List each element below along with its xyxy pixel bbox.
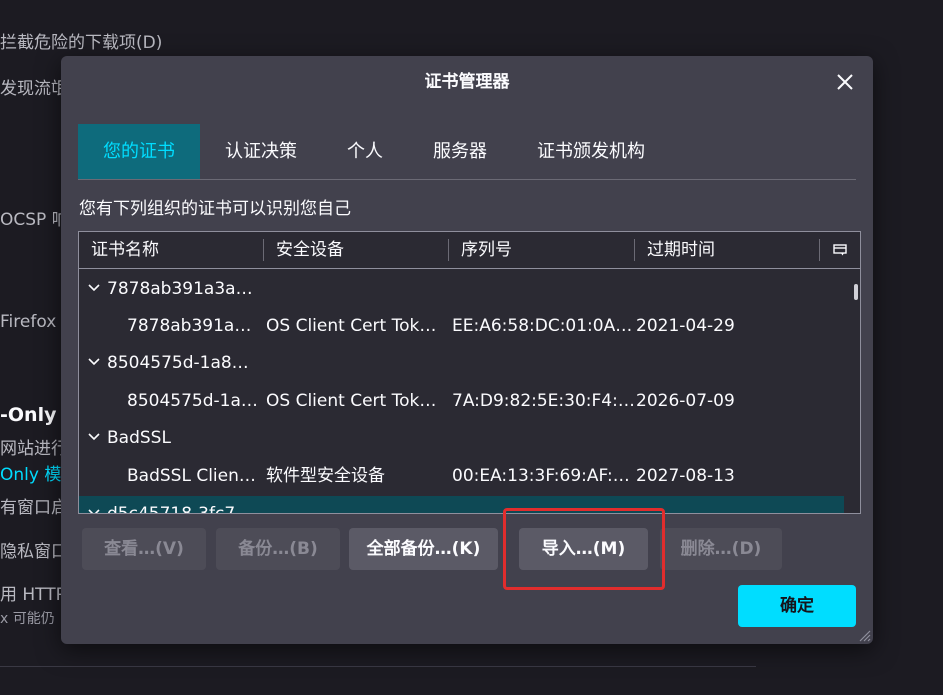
table-row[interactable]: BadSSL Clien… 软件型安全设备 00:EA:13:3F:69:AF:…	[79, 458, 844, 495]
table-row[interactable]: 7878ab391a… OS Client Cert Tok… EE:A6:58…	[79, 308, 844, 345]
cert-serial: 7A:D9:82:5E:30:F4:…	[452, 391, 634, 411]
cert-device: OS Client Cert Tok…	[266, 391, 437, 411]
column-header-expires[interactable]: 过期时间	[635, 232, 819, 268]
column-picker-icon	[833, 244, 847, 256]
cert-group-name: d5c45718-3fc7…	[79, 496, 252, 513]
tab-bar: 您的证书 认证决策 个人 服务器 证书颁发机构	[78, 124, 856, 180]
table-row-group[interactable]: 8504575d-1a8…	[79, 345, 844, 382]
tab-servers[interactable]: 服务器	[408, 124, 512, 179]
bg-divider	[0, 666, 756, 667]
bg-text-line: 有窗口启	[0, 498, 68, 518]
backup-button[interactable]: 备份…(B)	[216, 528, 340, 570]
bg-text-line: 拦截危险的下载项(D)	[0, 33, 163, 53]
import-highlight-box	[503, 508, 665, 590]
bg-text-line: Firefox	[0, 312, 57, 332]
tab-authorities[interactable]: 证书颁发机构	[512, 124, 670, 179]
cert-name: BadSSL Clien…	[127, 466, 256, 486]
table-body: 7878ab391a3a… 7878ab391a… OS Client Cert…	[79, 269, 844, 513]
ok-button[interactable]: 确定	[738, 585, 856, 627]
intro-text: 您有下列组织的证书可以识别您自己	[79, 199, 351, 219]
view-button[interactable]: 查看…(V)	[82, 528, 206, 570]
cert-group-name: 8504575d-1a8…	[107, 353, 249, 373]
delete-button[interactable]: 删除…(D)	[660, 528, 782, 570]
certificate-table: 证书名称 安全设备 序列号 过期时间 7878ab391a3a… 7878ab3…	[78, 231, 861, 514]
table-scrollbar[interactable]	[854, 284, 858, 300]
bg-text-line: 隐私窗口	[0, 542, 68, 562]
cert-expires: 2027-08-13	[636, 466, 735, 486]
bg-text-line: OCSP 响	[0, 210, 69, 230]
cert-name: 7878ab391a…	[127, 316, 252, 336]
bg-text-line: 发现流氓	[0, 79, 68, 99]
bg-text-line: 网站进行	[0, 439, 68, 459]
table-row-group[interactable]: BadSSL	[79, 420, 844, 457]
close-icon	[837, 74, 853, 90]
column-header-name[interactable]: 证书名称	[79, 232, 263, 268]
tab-your-certificates[interactable]: 您的证书	[78, 124, 200, 179]
cert-device: 软件型安全设备	[266, 466, 385, 486]
cert-group-name: 7878ab391a3a…	[107, 279, 253, 299]
table-header: 证书名称 安全设备 序列号 过期时间	[79, 232, 860, 269]
column-header-serial[interactable]: 序列号	[449, 232, 634, 268]
column-picker-button[interactable]	[820, 232, 860, 268]
cert-expires: 2021-04-29	[636, 316, 735, 336]
table-row-group[interactable]: 7878ab391a3a…	[79, 271, 844, 308]
bg-text-line: 用 HTTP	[0, 585, 66, 605]
dialog-title: 证书管理器	[424, 72, 510, 92]
cert-name: 8504575d-1a…	[127, 391, 258, 411]
table-row-group-selected[interactable]: d5c45718-3fc7…	[79, 496, 844, 513]
cert-group-name: BadSSL	[107, 428, 171, 448]
close-button[interactable]	[831, 68, 859, 96]
backup-all-button[interactable]: 全部备份…(K)	[349, 528, 498, 570]
cert-serial: 00:EA:13:3F:69:AF:…	[452, 466, 630, 486]
tab-authentication-decisions[interactable]: 认证决策	[200, 124, 322, 179]
table-row[interactable]: 8504575d-1a… OS Client Cert Tok… 7A:D9:8…	[79, 383, 844, 420]
cert-serial: EE:A6:58:DC:01:0A…	[452, 316, 633, 336]
resize-grip-icon[interactable]	[857, 628, 871, 642]
column-header-device[interactable]: 安全设备	[264, 232, 448, 268]
certificate-manager-dialog: 证书管理器 您的证书 认证决策 个人 服务器 证书颁发机构 您有下列组织的证书可…	[61, 56, 873, 644]
cert-expires: 2026-07-09	[636, 391, 735, 411]
bg-text-line: x 可能仍	[0, 611, 55, 627]
tab-people[interactable]: 个人	[322, 124, 408, 179]
cert-device: OS Client Cert Tok…	[266, 316, 437, 336]
